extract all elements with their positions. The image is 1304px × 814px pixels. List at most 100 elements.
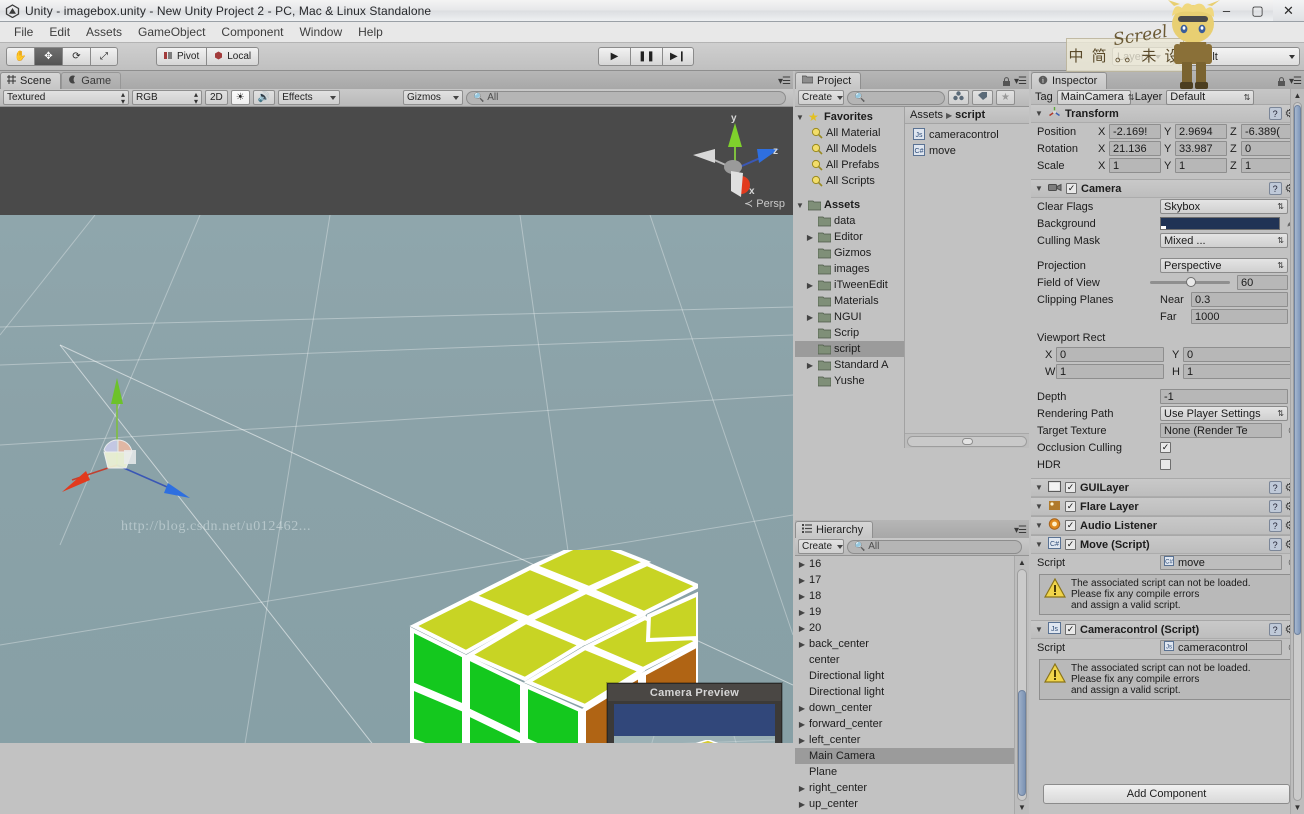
list-item[interactable]: Plane (795, 764, 1029, 780)
draw-mode-dropdown[interactable]: Textured ▴ ▾ (3, 90, 129, 105)
fold-arrow-icon[interactable]: ▼ (1034, 540, 1044, 549)
project-folder-images[interactable]: images (795, 261, 904, 277)
hand-tool-button[interactable]: ✋ (6, 47, 34, 66)
component-header-cameracontrol-script[interactable]: ▼ Js ✓ Cameracontrol (Script) ? ⚙▾ (1031, 620, 1304, 639)
move-tool-button[interactable]: ✥ (34, 47, 62, 66)
rotation-y-field[interactable]: 33.987 (1175, 141, 1227, 156)
list-item[interactable]: ▶ 20 (795, 620, 1029, 636)
expand-arrow-icon[interactable]: ▶ (797, 560, 807, 569)
pause-button[interactable]: ❚❚ (630, 47, 662, 66)
list-item[interactable]: ▶ left_center (795, 732, 1029, 748)
list-item[interactable]: Directional light (795, 668, 1029, 684)
list-item[interactable]: ▶ forward_center (795, 716, 1029, 732)
component-header-guilayer[interactable]: ▼ ✓ GUILayer ? ⚙▾ (1031, 478, 1304, 497)
list-item[interactable]: ▶ down_center (795, 700, 1029, 716)
step-button[interactable]: ▶❙ (662, 47, 694, 66)
gizmos-dropdown[interactable]: Gizmos (403, 90, 463, 105)
close-button[interactable]: ✕ (1273, 0, 1304, 21)
move-script-field[interactable]: C# move (1160, 555, 1283, 570)
component-header-camera[interactable]: ▼ ✓ Camera ? ⚙▾ (1031, 179, 1304, 198)
project-favorites-group[interactable]: ▼ ★ Favorites (795, 109, 904, 125)
panel-menu-icon[interactable]: ▾☰ (1014, 525, 1027, 536)
expand-arrow-icon[interactable]: ▶ (797, 800, 807, 809)
list-item[interactable]: ▶ 19 (795, 604, 1029, 620)
favorite-all-scripts[interactable]: All Scripts (795, 173, 904, 189)
project-filter-type-button[interactable] (948, 90, 969, 105)
background-color-swatch[interactable] (1160, 217, 1280, 230)
occlusion-culling-checkbox[interactable]: ✓ (1160, 442, 1171, 453)
cameracontrol-script-enabled-checkbox[interactable]: ✓ (1065, 624, 1076, 635)
expand-arrow-icon[interactable]: ▶ (797, 576, 807, 585)
toggle-2d-button[interactable]: 2D (205, 90, 228, 105)
favorite-all-prefabs[interactable]: All Prefabs (795, 157, 904, 173)
scene-viewport[interactable]: http://blog.csdn.net/u012462... y z x ≺ … (0, 107, 793, 743)
menu-item-file[interactable]: File (6, 23, 41, 41)
project-folder-itweeneditor[interactable]: ▶ iTweenEdit (795, 277, 904, 293)
project-folder-scrip[interactable]: Scrip (795, 325, 904, 341)
panel-menu-icon[interactable]: ▾☰ (778, 76, 791, 87)
color-mode-dropdown[interactable]: RGB ▴ ▾ (132, 90, 202, 105)
tab-inspector[interactable]: i Inspector (1031, 72, 1108, 89)
hierarchy-create-button[interactable]: Create (798, 539, 844, 554)
rotate-tool-button[interactable]: ⟳ (62, 47, 90, 66)
slider-knob[interactable] (1185, 277, 1196, 287)
scene-search-input[interactable]: 🔍 All (466, 90, 786, 105)
hierarchy-list[interactable]: ▶ 16 ▶ 17 ▶ 18 ▶ 19 ▶ 20 ▶ back_center center … (795, 556, 1029, 814)
scrollbar-track[interactable] (1017, 569, 1027, 801)
menu-item-window[interactable]: Window (291, 23, 350, 41)
transform-gizmo[interactable] (62, 370, 202, 500)
project-favorite-button[interactable]: ★ (996, 90, 1015, 105)
guilayer-enabled-checkbox[interactable]: ✓ (1065, 482, 1076, 493)
component-header-transform[interactable]: ▼ Transform ? ⚙▾ (1031, 104, 1304, 123)
space-toggle-button[interactable]: Local (206, 47, 260, 66)
project-folder-standard-assets[interactable]: ▶ Standard A (795, 357, 904, 373)
expand-arrow-icon[interactable]: ▶ (805, 281, 815, 290)
add-component-button[interactable]: Add Component (1043, 784, 1290, 804)
scrollbar-thumb[interactable] (1294, 105, 1301, 635)
maximize-button[interactable]: ▢ (1242, 0, 1273, 21)
target-texture-field[interactable]: None (Render Te (1160, 423, 1283, 438)
project-folder-tree[interactable]: ▼ ★ Favorites All Material All Models Al… (795, 107, 905, 448)
help-icon[interactable]: ? (1268, 107, 1282, 120)
play-button[interactable]: ▶ (598, 47, 630, 66)
project-folder-data[interactable]: data (795, 213, 904, 229)
menu-item-gameobject[interactable]: GameObject (130, 23, 213, 41)
favorite-all-models[interactable]: All Models (795, 141, 904, 157)
inspector-scrollbar[interactable]: ▲ ▼ (1290, 89, 1304, 814)
fold-arrow-icon[interactable]: ▼ (1034, 109, 1044, 118)
project-folder-script[interactable]: script (795, 341, 904, 357)
list-item[interactable]: ▶ 17 (795, 572, 1029, 588)
expand-arrow-icon[interactable]: ▶ (805, 361, 815, 370)
effects-dropdown[interactable]: Effects (278, 90, 341, 105)
list-item[interactable]: center (795, 652, 1029, 668)
scroll-down-arrow-icon[interactable]: ▼ (1015, 801, 1029, 814)
expand-arrow-icon[interactable]: ▶ (797, 736, 807, 745)
project-asset-cameracontrol[interactable]: Js cameracontrol (905, 127, 1029, 143)
project-folder-gizmos[interactable]: Gizmos (795, 245, 904, 261)
clear-flags-dropdown[interactable]: Skybox ⇅ (1160, 199, 1288, 214)
project-filter-label-button[interactable] (972, 90, 993, 105)
far-field[interactable]: 1000 (1191, 309, 1288, 324)
scroll-up-arrow-icon[interactable]: ▲ (1291, 89, 1304, 102)
project-horizontal-scrollbar[interactable] (905, 433, 1029, 448)
cameracontrol-script-field[interactable]: Js cameracontrol (1160, 640, 1283, 655)
scale-y-field[interactable]: 1 (1175, 158, 1227, 173)
list-item[interactable]: ▶ up_center (795, 796, 1029, 812)
scale-tool-button[interactable]: ⤢ (90, 47, 118, 66)
scale-x-field[interactable]: 1 (1109, 158, 1161, 173)
viewport-x-field[interactable]: 0 (1056, 347, 1164, 362)
expand-arrow-icon[interactable]: ▶ (797, 704, 807, 713)
fold-arrow-icon[interactable]: ▼ (1034, 184, 1044, 193)
list-item[interactable]: ▶ 16 (795, 556, 1029, 572)
expand-arrow-icon[interactable]: ▶ (797, 784, 807, 793)
component-header-flarelayer[interactable]: ▼ ✓ Flare Layer ? ⚙▾ (1031, 497, 1304, 516)
rendering-path-dropdown[interactable]: Use Player Settings ⇅ (1160, 406, 1288, 421)
near-field[interactable]: 0.3 (1191, 292, 1288, 307)
scene-lighting-toggle[interactable]: ☀ (230, 90, 250, 105)
expand-arrow-icon[interactable]: ▶ (797, 720, 807, 729)
menu-item-assets[interactable]: Assets (78, 23, 130, 41)
position-z-field[interactable]: -6.389( (1241, 124, 1293, 139)
project-folder-yushe[interactable]: Yushe (795, 373, 904, 389)
expand-arrow-icon[interactable]: ▶ (797, 624, 807, 633)
menu-item-component[interactable]: Component (213, 23, 291, 41)
